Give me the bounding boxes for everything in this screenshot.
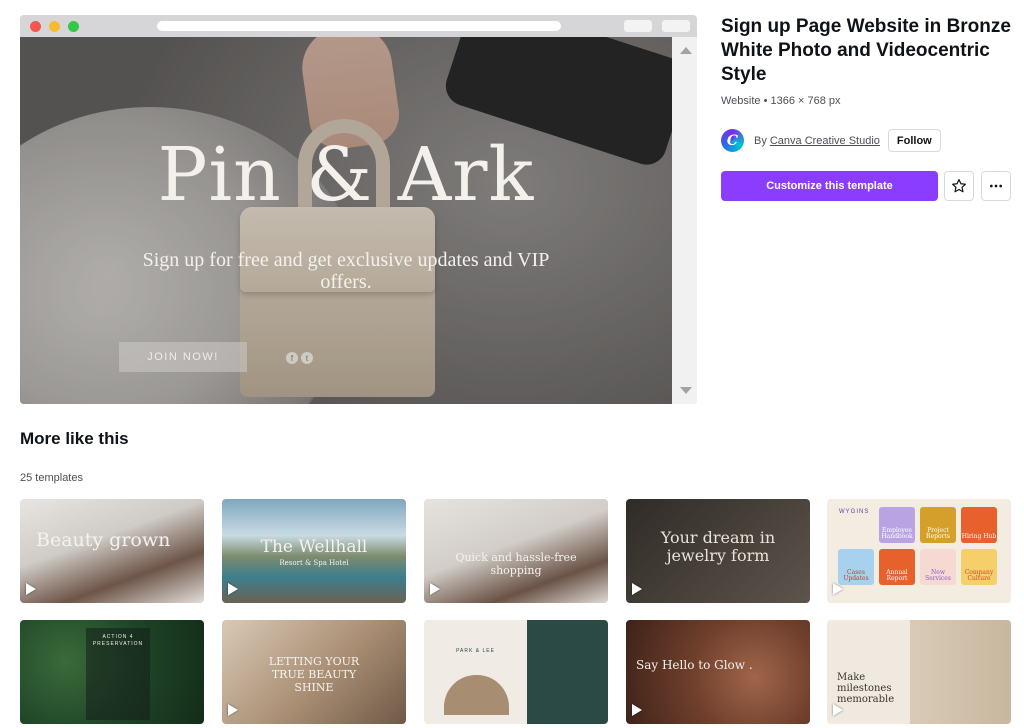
hero-shade: [20, 37, 672, 404]
tile: Hiring Hub: [961, 507, 997, 543]
more-icon: [990, 184, 1002, 188]
template-thumbnail[interactable]: LETTING YOUR TRUE BEAUTY SHINE: [222, 620, 406, 724]
thumbnail-title: The Wellhall: [260, 537, 368, 557]
thumbnail-title: LETTING YOUR TRUE BEAUTY SHINE: [268, 655, 360, 694]
canva-logo-icon[interactable]: C: [721, 129, 744, 152]
thumbnail-title: Make milestones memorable: [837, 672, 895, 705]
template-thumbnail[interactable]: The Wellhall Resort & Spa Hotel: [222, 499, 406, 603]
preview-scrollbar[interactable]: [672, 37, 697, 404]
tile: Company Culture: [961, 549, 997, 585]
browser-button: [624, 20, 652, 32]
browser-button: [662, 20, 690, 32]
tile: Employee Handbook: [879, 507, 915, 543]
play-icon: [228, 583, 238, 595]
browser-chrome: [20, 15, 697, 37]
thumbnail-title: Beauty grown: [36, 529, 171, 551]
follow-button[interactable]: Follow: [887, 129, 941, 152]
template-thumbnail[interactable]: WYGINS Employee Handbook Project Reports…: [827, 499, 1011, 603]
thumbnail-title: Your dream in jewelry form: [660, 528, 776, 565]
template-meta: Website • 1366 × 768 px: [721, 95, 841, 107]
play-icon: [26, 583, 36, 595]
creator-row: C By Canva Creative Studio Follow: [721, 128, 941, 153]
facebook-icon[interactable]: f: [286, 352, 298, 364]
template-thumbnail[interactable]: Make milestones memorable: [827, 620, 1011, 724]
play-icon: [632, 704, 642, 716]
thumbnail-subtitle: Resort & Spa Hotel: [279, 559, 349, 567]
tile: Cases Updates: [838, 549, 874, 585]
section-title: More like this: [20, 429, 129, 448]
scroll-up-icon[interactable]: [680, 47, 692, 54]
hero-image: Pin & Ark Sign up for free and get exclu…: [20, 37, 672, 404]
tile: Annual Report: [879, 549, 915, 585]
by-label: By: [754, 134, 767, 147]
hero-title: Pin & Ark: [157, 132, 535, 218]
twitter-icon[interactable]: t: [301, 352, 313, 364]
maximize-dot-icon: [68, 21, 79, 32]
tile: Project Reports: [920, 507, 956, 543]
thumbnail-title: Quick and hassle-free shopping: [455, 551, 577, 577]
customize-template-button[interactable]: Customize this template: [721, 171, 938, 201]
template-thumbnail[interactable]: Your dream in jewelry form: [626, 499, 810, 603]
template-thumbnail[interactable]: Say Hello to Glow .: [626, 620, 810, 724]
more-options-button[interactable]: [981, 171, 1011, 201]
play-icon: [632, 583, 642, 595]
play-icon: [430, 583, 440, 595]
favorite-button[interactable]: [944, 171, 974, 201]
template-preview[interactable]: Pin & Ark Sign up for free and get exclu…: [20, 15, 697, 404]
template-thumbnail[interactable]: ACTION 4 PRESERVATION: [20, 620, 204, 724]
play-icon: [228, 704, 238, 716]
template-title: Sign up Page Website in Bronze White Pho…: [721, 16, 1011, 85]
hero-subtitle: Sign up for free and get exclusive updat…: [142, 249, 550, 293]
thumbnail-title: ACTION 4 PRESERVATION: [92, 634, 144, 647]
thumbnail-title: Say Hello to Glow .: [636, 658, 753, 672]
close-dot-icon: [30, 21, 41, 32]
minimize-dot-icon: [49, 21, 60, 32]
scroll-down-icon[interactable]: [680, 387, 692, 394]
star-icon: [952, 179, 966, 193]
thumbnail-title: PARK & LEE: [456, 648, 495, 654]
creator-link[interactable]: Canva Creative Studio: [770, 135, 880, 147]
arch-image: [444, 675, 509, 715]
play-icon: [833, 583, 843, 595]
template-thumbnail[interactable]: Quick and hassle-free shopping: [424, 499, 608, 603]
tile: New Services: [920, 549, 956, 585]
join-now-button[interactable]: JOIN NOW!: [119, 342, 247, 372]
template-thumbnail[interactable]: PARK & LEE: [424, 620, 608, 724]
url-bar: [157, 21, 561, 31]
template-thumbnail[interactable]: Beauty grown: [20, 499, 204, 603]
template-count: 25 templates: [20, 472, 83, 484]
play-icon: [833, 704, 843, 716]
